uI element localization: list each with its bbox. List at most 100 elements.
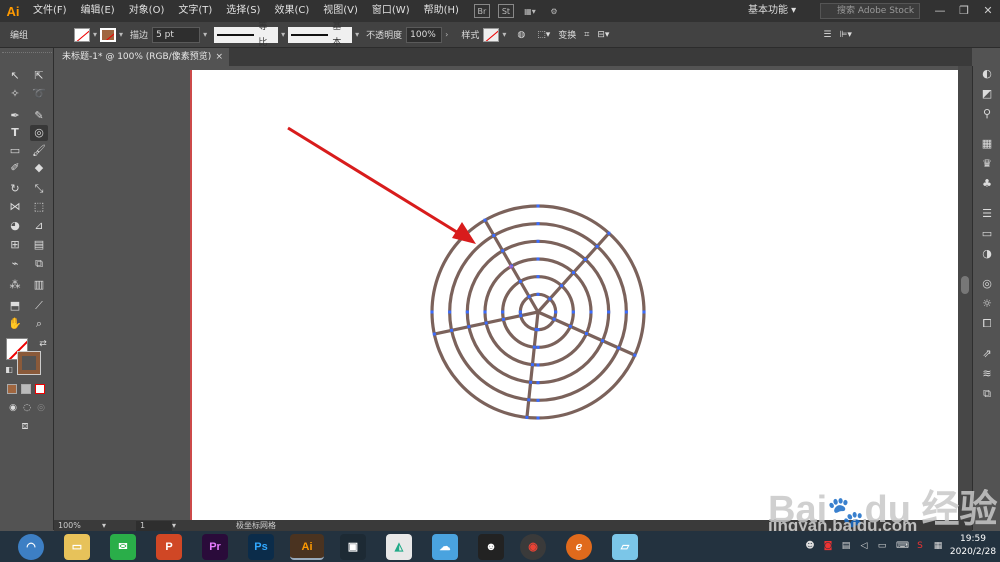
anchor-point[interactable]	[536, 363, 540, 367]
file-explorer-icon[interactable]: ▭	[64, 534, 90, 560]
selection-tool-icon[interactable]: ↖	[6, 68, 24, 84]
anchor-point[interactable]	[467, 325, 471, 329]
anchor-point[interactable]	[492, 234, 496, 238]
recolor-artwork-icon[interactable]: ◍	[517, 30, 525, 40]
transform-label[interactable]: 变换	[558, 28, 576, 41]
anchor-point[interactable]	[536, 292, 540, 296]
anchor-point[interactable]	[607, 310, 611, 314]
anchor-point[interactable]	[536, 275, 540, 279]
graphic-style-swatch[interactable]	[483, 27, 500, 42]
anchor-point[interactable]	[571, 310, 575, 314]
symbol-sprayer-tool-icon[interactable]: ⁂	[6, 277, 24, 293]
artboard[interactable]: ⌖	[190, 70, 962, 520]
blend-tool-icon[interactable]: ⧉	[30, 256, 48, 272]
anchor-point[interactable]	[536, 204, 540, 208]
mesh-tool-icon[interactable]: ⊞	[6, 237, 24, 253]
brush-definition[interactable]: 基本	[288, 22, 353, 48]
rectangle-tool-icon[interactable]: ▭	[6, 143, 24, 159]
lasso-tool-icon[interactable]: ➰	[30, 86, 48, 102]
menu-window[interactable]: 窗口(W)	[365, 0, 417, 22]
chevron-down-icon[interactable]: ▾	[203, 30, 207, 39]
annotation-arrow-head[interactable]	[452, 222, 476, 244]
menu-file[interactable]: 文件(F)	[26, 0, 74, 22]
menu-type[interactable]: 文字(T)	[171, 0, 219, 22]
anchor-point[interactable]	[529, 380, 533, 384]
anchor-point[interactable]	[571, 271, 575, 275]
opacity-label[interactable]: 不透明度	[366, 28, 402, 41]
anchor-point[interactable]	[560, 284, 564, 288]
anchor-point[interactable]	[536, 257, 540, 261]
isolate-group-icon[interactable]: ⌗	[584, 30, 589, 40]
start-button[interactable]: ◠	[18, 534, 44, 560]
polar-grid-tool-icon[interactable]: ◎	[30, 125, 48, 141]
gradient-panel-icon[interactable]: ▭	[979, 226, 995, 242]
color-panel-icon[interactable]: ◐	[979, 66, 995, 82]
artboards-panel-icon[interactable]: ⧉	[979, 386, 995, 402]
chevron-right-icon[interactable]: ›	[445, 30, 448, 39]
anchor-point[interactable]	[633, 353, 637, 357]
screen-mode-icon[interactable]: ⧈	[16, 418, 34, 434]
swatches-panel-icon[interactable]: ▦	[979, 136, 995, 152]
system-clock[interactable]: 19:59 2020/2/28	[948, 533, 998, 559]
panel-grip[interactable]	[2, 52, 52, 58]
anchor-point[interactable]	[607, 231, 611, 235]
anchor-point[interactable]	[465, 310, 469, 314]
vertical-scrollbar[interactable]	[958, 66, 972, 520]
premiere-icon[interactable]: Pr	[202, 534, 228, 560]
qq-icon[interactable]: ☻	[478, 534, 504, 560]
chevron-down-icon[interactable]: ▾	[102, 521, 106, 530]
fill-swatch[interactable]	[74, 27, 91, 42]
anchor-point[interactable]	[527, 398, 531, 402]
arrange-documents-icon[interactable]: ▦▾	[522, 4, 538, 18]
chevron-down-icon[interactable]: ▾	[119, 30, 123, 39]
chevron-down-icon[interactable]: ▾	[502, 30, 506, 39]
variable-width-profile[interactable]: 等比	[214, 22, 279, 48]
powerpoint-icon[interactable]: P	[156, 534, 182, 560]
anchor-point[interactable]	[536, 239, 540, 243]
bridge-icon[interactable]: Br	[473, 4, 490, 18]
document-tab[interactable]: 未标题-1* @ 100% (RGB/像素预览) ×	[54, 48, 229, 66]
stroke-weight-field[interactable]: 5 pt	[152, 26, 201, 43]
stroke-color-box[interactable]	[17, 351, 41, 375]
eyedropper-tool-icon[interactable]: ⌁	[6, 256, 24, 272]
anchor-point[interactable]	[589, 310, 593, 314]
gradient-mode-icon[interactable]	[21, 384, 31, 394]
volume-tray-icon[interactable]: ◁	[858, 541, 870, 553]
display-tray-icon[interactable]: ▭	[876, 541, 888, 553]
minimize-button[interactable]: —	[928, 0, 952, 22]
anchor-point[interactable]	[595, 244, 599, 248]
anchor-point[interactable]	[519, 314, 523, 318]
notes-app-icon[interactable]: ▱	[612, 534, 638, 560]
anchor-point[interactable]	[518, 310, 522, 314]
magic-wand-tool-icon[interactable]: ✧	[6, 86, 24, 102]
stroke-swatch[interactable]	[100, 27, 117, 42]
anchor-point[interactable]	[536, 381, 540, 385]
none-mode-icon[interactable]	[35, 384, 45, 394]
appearance-panel-icon[interactable]: ◎	[979, 276, 995, 292]
layers-panel-icon[interactable]: ≋	[979, 366, 995, 382]
zoom-tool-icon[interactable]: ⌕	[30, 316, 48, 332]
perspective-grid-tool-icon[interactable]: ⊿	[30, 218, 48, 234]
chevron-down-icon[interactable]: ▾	[93, 30, 97, 39]
canvas-area[interactable]: ⌖	[54, 66, 972, 520]
anchor-point[interactable]	[450, 328, 454, 332]
menu-help[interactable]: 帮助(H)	[417, 0, 466, 22]
export-panel-icon[interactable]: ⇗	[979, 346, 995, 362]
chevron-down-icon[interactable]: ▾	[355, 30, 359, 39]
swap-fill-stroke-icon[interactable]: ⇄	[34, 336, 52, 352]
illustrator-icon[interactable]: Ai	[290, 534, 324, 560]
free-transform-tool-icon[interactable]: ⬚	[30, 199, 48, 215]
cloud-app-icon[interactable]: ☁	[432, 534, 458, 560]
workspace-layout-icon[interactable]: ⊫▾	[839, 30, 851, 40]
anchor-point[interactable]	[536, 328, 540, 332]
menu-edit[interactable]: 编辑(E)	[74, 0, 122, 22]
anchor-point[interactable]	[484, 321, 488, 325]
annotation-arrow-shaft[interactable]	[287, 126, 461, 236]
scale-tool-icon[interactable]: ⤡	[30, 181, 48, 197]
stock-search-input[interactable]: 搜索 Adobe Stock	[820, 3, 920, 19]
security-tray-icon[interactable]: ◙	[822, 541, 834, 553]
maximize-button[interactable]: ❐	[952, 0, 976, 22]
anchor-point[interactable]	[527, 295, 531, 299]
keyboard-tray-icon[interactable]: ⌨	[896, 541, 909, 553]
anchor-point[interactable]	[501, 317, 505, 321]
